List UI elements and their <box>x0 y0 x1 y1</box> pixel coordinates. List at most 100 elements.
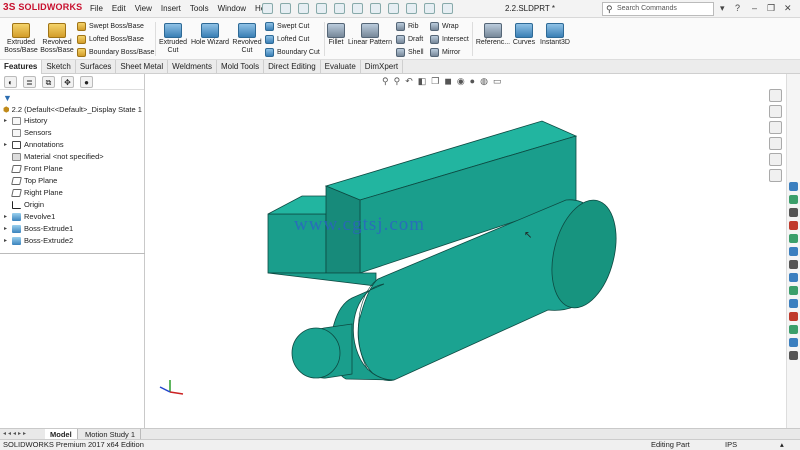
open-icon[interactable] <box>316 3 327 14</box>
tab-weldments[interactable]: Weldments <box>168 60 217 74</box>
restore-icon[interactable]: ❐ <box>767 3 775 14</box>
boundary-cut-button[interactable]: Boundary Cut <box>265 48 320 57</box>
select-icon[interactable] <box>388 3 399 14</box>
tree-item-right-plane[interactable]: Right Plane <box>0 187 145 199</box>
filter-icon[interactable]: ▼ <box>3 93 12 103</box>
mirror-button[interactable]: Mirror <box>430 48 460 57</box>
menu-view[interactable]: View <box>135 4 152 13</box>
instant3d-button[interactable]: Instant3D <box>538 23 572 47</box>
tab-direct-editing[interactable]: Direct Editing <box>264 60 321 74</box>
configuration-manager-tab-icon[interactable]: ⧉ <box>42 76 55 88</box>
menu-insert[interactable]: Insert <box>161 4 181 13</box>
tree-item-boss-extrude1[interactable]: ▸ Boss-Extrude1 <box>0 223 145 235</box>
menu-file[interactable]: File <box>90 4 103 13</box>
print-icon[interactable] <box>352 3 363 14</box>
extruded-cut-button[interactable]: Extruded Cut <box>158 23 188 55</box>
draft-button[interactable]: Draft <box>396 35 423 44</box>
swept-cut-button[interactable]: Swept Cut <box>265 22 309 31</box>
menu-tools[interactable]: Tools <box>190 4 209 13</box>
file-properties-icon[interactable] <box>424 3 435 14</box>
custom-properties-icon[interactable] <box>769 169 782 182</box>
solidworks-resources-icon[interactable] <box>769 89 782 102</box>
revolved-cut-button[interactable]: Revolved Cut <box>231 23 263 55</box>
menu-edit[interactable]: Edit <box>112 4 126 13</box>
tree-item-revolve1[interactable]: ▸ Revolve1 <box>0 211 145 223</box>
rebuild-icon[interactable] <box>406 3 417 14</box>
tool-icon[interactable] <box>789 338 798 347</box>
tab-mold-tools[interactable]: Mold Tools <box>217 60 265 74</box>
tool-icon[interactable] <box>789 195 798 204</box>
sum-icon[interactable] <box>789 260 798 269</box>
dropdown-arrow-icon[interactable]: ▾ <box>720 3 725 14</box>
status-dropdown-icon[interactable]: ▴ <box>780 440 784 450</box>
expand-arrow-icon[interactable]: ▸ <box>4 211 7 223</box>
minimize-icon[interactable]: – <box>752 3 757 13</box>
wrap-button[interactable]: Wrap <box>430 22 459 31</box>
reference-geometry-button[interactable]: Referenc... <box>475 23 511 47</box>
help-icon[interactable]: ? <box>735 3 740 13</box>
graphics-area[interactable]: ⚲ ⚲ ↶ ◧ ❒ ◼ ◉ ● ◍ ▭ www.cgtsj.com ↖ <box>146 74 767 428</box>
tree-item-boss-extrude2[interactable]: ▸ Boss-Extrude2 <box>0 235 145 247</box>
linear-pattern-button[interactable]: Linear Pattern <box>347 23 393 47</box>
expand-arrow-icon[interactable]: ▸ <box>4 223 7 235</box>
panel-splitter[interactable] <box>0 253 145 254</box>
tab-sheet-metal[interactable]: Sheet Metal <box>116 60 169 74</box>
intersect-button[interactable]: Intersect <box>430 35 469 44</box>
expand-arrow-icon[interactable]: ▸ <box>4 139 7 151</box>
home-icon[interactable] <box>280 3 291 14</box>
dimxpert-manager-tab-icon[interactable]: ✥ <box>61 76 74 88</box>
tree-item-origin[interactable]: Origin <box>0 199 145 211</box>
tree-item-top-plane[interactable]: Top Plane <box>0 175 145 187</box>
design-library-icon[interactable] <box>769 105 782 118</box>
lofted-boss-button[interactable]: Lofted Boss/Base <box>77 35 144 44</box>
tool-icon[interactable] <box>789 247 798 256</box>
fillet-button[interactable]: Fillet <box>327 23 345 47</box>
display-manager-tab-icon[interactable]: ● <box>80 76 93 88</box>
tab-sketch[interactable]: Sketch <box>42 60 76 74</box>
expand-arrow-icon[interactable]: ▸ <box>4 115 7 127</box>
rib-button[interactable]: Rib <box>396 22 419 31</box>
revolved-boss-button[interactable]: Revolved Boss/Base <box>40 23 74 55</box>
tool-icon[interactable] <box>789 182 798 191</box>
hole-wizard-button[interactable]: Hole Wizard <box>190 23 230 47</box>
appearances-icon[interactable] <box>769 153 782 166</box>
tab-scroll-arrows-icon[interactable]: ◂◂◂▸▸ <box>3 430 28 437</box>
tree-item-history[interactable]: ▸ History <box>0 115 145 127</box>
tab-evaluate[interactable]: Evaluate <box>321 60 361 74</box>
lofted-cut-button[interactable]: Lofted Cut <box>265 35 309 44</box>
shell-button[interactable]: Shell <box>396 48 424 57</box>
tool-icon[interactable] <box>789 325 798 334</box>
new-document-icon[interactable] <box>298 3 309 14</box>
tab-dimxpert[interactable]: DimXpert <box>361 60 404 74</box>
menu-window[interactable]: Window <box>218 4 246 13</box>
tool-icon[interactable] <box>789 208 798 217</box>
feature-manager-tab-icon[interactable]: ◐ <box>4 76 17 88</box>
extruded-boss-button[interactable]: Extruded Boss/Base <box>4 23 38 55</box>
tree-item-annotations[interactable]: ▸ Annotations <box>0 139 145 151</box>
file-explorer-icon[interactable] <box>769 121 782 134</box>
boundary-boss-button[interactable]: Boundary Boss/Base <box>77 48 154 57</box>
tool-icon[interactable] <box>789 273 798 282</box>
tree-item-material-not-specified[interactable]: Material <not specified> <box>0 151 145 163</box>
tool-icon[interactable] <box>789 351 798 360</box>
tree-item-front-plane[interactable]: Front Plane <box>0 163 145 175</box>
close-icon[interactable]: ✕ <box>784 3 792 14</box>
pin-icon[interactable] <box>262 3 273 14</box>
solidworks-logo[interactable]: 3S SOLIDWORKS <box>3 2 82 13</box>
tool-icon[interactable] <box>789 234 798 243</box>
tool-icon[interactable] <box>789 312 798 321</box>
tool-icon[interactable] <box>789 286 798 295</box>
tool-icon[interactable] <box>789 299 798 308</box>
expand-arrow-icon[interactable]: ▸ <box>4 235 7 247</box>
undo-icon[interactable] <box>370 3 381 14</box>
property-manager-tab-icon[interactable]: ≣ <box>23 76 36 88</box>
unit-system-selector[interactable]: IPS <box>725 440 737 450</box>
tree-item-sensors[interactable]: Sensors <box>0 127 145 139</box>
tree-root-part[interactable]: ⬢ 2.2 (Default<<Default>_Display State 1 <box>0 104 145 115</box>
curves-button[interactable]: Curves <box>511 23 537 47</box>
tab-surfaces[interactable]: Surfaces <box>76 60 117 74</box>
view-palette-icon[interactable] <box>769 137 782 150</box>
save-icon[interactable] <box>334 3 345 14</box>
search-commands-input[interactable]: ⚲ Search Commands <box>602 2 714 16</box>
tool-icon[interactable] <box>789 221 798 230</box>
